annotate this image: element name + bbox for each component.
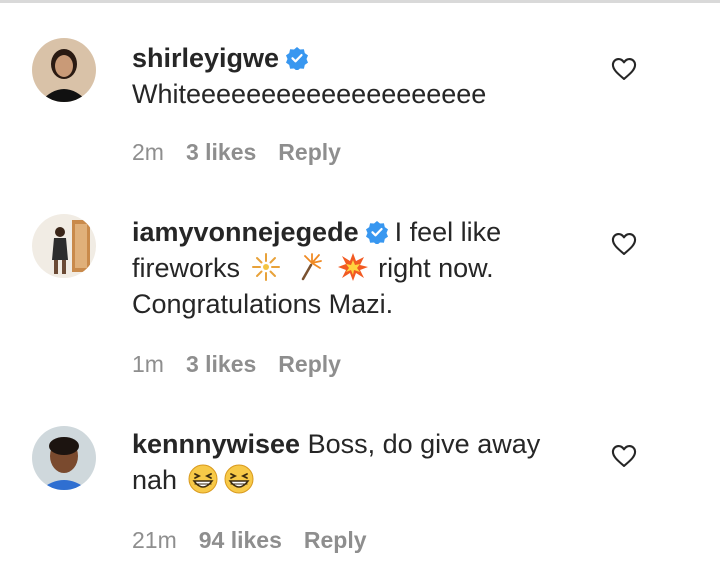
comment-username[interactable]: iamyvonnejegede [132, 217, 359, 247]
verified-badge-icon [285, 46, 309, 70]
comment-username[interactable]: kennnywisee [132, 429, 300, 459]
fireworks-emoji-icon [250, 251, 282, 283]
like-heart-icon[interactable] [610, 230, 638, 258]
comment-username[interactable]: shirleyigwe [132, 43, 279, 73]
like-heart-icon[interactable] [610, 442, 638, 470]
sparkler-emoji-icon [293, 251, 325, 283]
comment-time: 21m [132, 527, 177, 553]
like-heart-icon[interactable] [610, 55, 638, 83]
reply-button[interactable]: Reply [304, 527, 367, 553]
avatar[interactable] [32, 38, 96, 102]
comment-likes[interactable]: 3 likes [186, 351, 256, 377]
comment-time: 1m [132, 351, 164, 377]
comment-body: shirleyigwe Whiteeeeeeeeeeeeeeeeeeee [132, 40, 572, 112]
collision-emoji-icon [337, 251, 369, 283]
comment-body: iamyvonnejegede I feel like fireworks rig… [132, 214, 572, 322]
comment-text: right now. [378, 253, 494, 283]
comment-text: Whiteeeeeeeeeeeeeeeeeeee [132, 79, 487, 109]
grinning-squinting-face-emoji-icon [187, 463, 219, 495]
verified-badge-icon [365, 220, 389, 244]
comment-text: Boss, do give away [307, 429, 541, 459]
comment-time: 2m [132, 139, 164, 165]
comment-meta: 2m 3 likes Reply [132, 139, 363, 166]
comment-meta: 1m 3 likes Reply [132, 351, 363, 378]
top-divider [0, 0, 720, 3]
grinning-squinting-face-emoji-icon [223, 463, 255, 495]
avatar[interactable] [32, 426, 96, 490]
comment-text: Congratulations Mazi. [132, 289, 394, 319]
avatar[interactable] [32, 214, 96, 278]
comment-likes[interactable]: 94 likes [199, 527, 282, 553]
comment-text: fireworks [132, 253, 241, 283]
comment-text: nah [132, 465, 178, 495]
reply-button[interactable]: Reply [278, 139, 341, 165]
comment-likes[interactable]: 3 likes [186, 139, 256, 165]
comment-body: kennnywisee Boss, do give away nah [132, 426, 572, 498]
comment-text: I feel like [394, 217, 502, 247]
reply-button[interactable]: Reply [278, 351, 341, 377]
comment-meta: 21m 94 likes Reply [132, 527, 389, 554]
